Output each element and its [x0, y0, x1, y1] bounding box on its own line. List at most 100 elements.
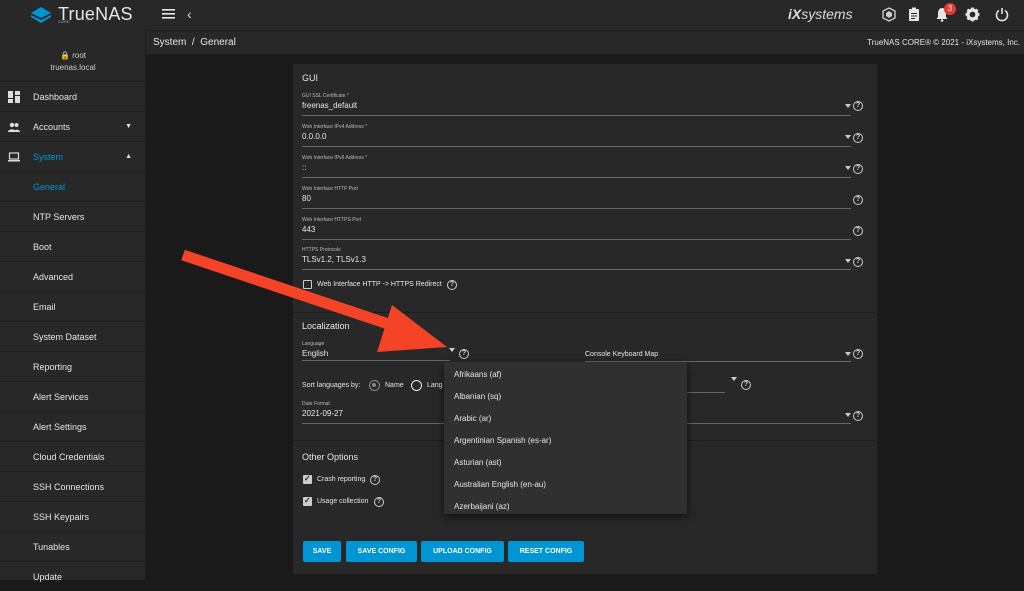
sidebar-item-dashboard[interactable]: Dashboard	[0, 81, 146, 111]
chevron-down-icon	[731, 377, 737, 381]
https-redirect-checkbox[interactable]	[303, 280, 312, 289]
language-option[interactable]: Australian English (en-au)	[454, 480, 546, 489]
help-icon[interactable]: ?	[853, 195, 863, 205]
crash-reporting-checkbox[interactable]	[303, 474, 312, 484]
chevron-down-icon	[845, 135, 851, 139]
sidebar-item-advanced[interactable]: Advanced	[0, 261, 146, 291]
sidebar-item-label: Alert Settings	[33, 421, 87, 432]
sidebar-item-ssh-keypairs[interactable]: SSH Keypairs	[0, 501, 146, 531]
https-protocols-select[interactable]: HTTPS Protocols TLSv1.2, TLSv1.3	[302, 247, 852, 270]
sidebar-item-system-dataset[interactable]: System Dataset	[0, 321, 146, 351]
sidebar-item-label: SSH Keypairs	[33, 511, 90, 522]
help-icon[interactable]: ?	[853, 349, 863, 359]
breadcrumb-system[interactable]: System	[153, 37, 186, 48]
user-info: 🔒 root truenas.local	[0, 50, 146, 74]
language-option[interactable]: Afrikaans (af)	[454, 370, 502, 379]
help-icon[interactable]: ?	[370, 475, 380, 485]
people-icon	[8, 122, 20, 132]
top-bar: TrueNAS CORE ‹ iXsystems 3	[0, 0, 1024, 30]
reset-config-button[interactable]: RESET CONFIG	[508, 541, 584, 562]
sort-by-language-radio[interactable]	[411, 380, 422, 391]
clipboard-icon[interactable]	[908, 7, 920, 22]
sort-by-name-label: Name	[385, 382, 404, 389]
sidebar-item-label: SSH Connections	[33, 481, 105, 492]
ipv4-address-select[interactable]: Web Interface IPv4 Address * 0.0.0.0	[302, 124, 852, 147]
collapse-chevron-icon[interactable]: ‹	[187, 6, 192, 22]
field-value: TLSv1.2, TLSv1.3	[302, 255, 366, 264]
other-options-section-title: Other Options	[302, 452, 359, 462]
usage-collection-label: Usage collection	[317, 498, 369, 505]
keyboard-map-select[interactable]: Console Keyboard Map	[585, 349, 853, 362]
language-select[interactable]: Language English	[302, 341, 462, 361]
field-value: English	[302, 349, 329, 358]
field-underline	[302, 115, 851, 116]
field-underline	[302, 360, 450, 361]
language-option[interactable]: Asturian (ast)	[454, 458, 502, 467]
help-icon[interactable]: ?	[741, 380, 751, 390]
field-value: 443	[302, 225, 316, 234]
sidebar-item-alert-services[interactable]: Alert Services	[0, 381, 146, 411]
help-icon[interactable]: ?	[459, 349, 469, 359]
truenas-logo[interactable]: TrueNAS	[30, 4, 133, 25]
section-divider	[293, 312, 877, 313]
breadcrumb: System / General	[153, 37, 236, 48]
sort-languages-label: Sort languages by:	[302, 382, 361, 389]
sidebar-item-label: Boot	[33, 241, 52, 252]
gear-icon[interactable]	[965, 7, 980, 22]
save-config-button[interactable]: SAVE CONFIG	[346, 541, 417, 562]
help-icon[interactable]: ?	[853, 257, 863, 267]
sidebar-item-label: Reporting	[33, 361, 73, 372]
language-option[interactable]: Azerbaijani (az)	[454, 502, 510, 511]
truecommand-icon[interactable]	[882, 7, 896, 22]
help-icon[interactable]: ?	[853, 101, 863, 111]
field-label: GUI SSL Certificate *	[302, 93, 349, 99]
http-port-input[interactable]: Web Interface HTTP Port 80	[302, 186, 852, 209]
upload-config-button[interactable]: UPLOAD CONFIG	[421, 541, 504, 562]
help-icon[interactable]: ?	[853, 133, 863, 143]
sidebar-item-update[interactable]: Update	[0, 561, 146, 591]
sidebar-item-system[interactable]: System ▲	[0, 141, 146, 171]
chevron-up-icon: ▲	[125, 153, 132, 160]
ssl-certificate-select[interactable]: GUI SSL Certificate * freenas_default	[302, 93, 852, 116]
help-icon[interactable]: ?	[853, 226, 863, 236]
ipv6-address-select[interactable]: Web Interface IPv6 Address * ::	[302, 155, 852, 178]
truenas-logo-icon	[31, 6, 51, 23]
copyright-text: TrueNAS CORE® © 2021 - iXsystems, Inc.	[867, 38, 1020, 47]
localization-section-title: Localization	[302, 321, 350, 331]
breadcrumb-separator: /	[191, 37, 195, 48]
sidebar-item-general[interactable]: General	[0, 171, 146, 201]
sidebar-item-label: Tunables	[33, 541, 70, 552]
sidebar-item-tunables[interactable]: Tunables	[0, 531, 146, 561]
sort-by-name-radio[interactable]	[369, 380, 380, 391]
language-option[interactable]: Albanian (sq)	[454, 392, 501, 401]
help-icon[interactable]: ?	[853, 164, 863, 174]
power-icon[interactable]	[995, 7, 1009, 22]
field-underline	[302, 177, 851, 178]
language-dropdown-menu: Afrikaans (af) Albanian (sq) Arabic (ar)…	[444, 362, 687, 514]
field-value: ::	[302, 163, 307, 172]
help-icon[interactable]: ?	[447, 280, 457, 290]
sidebar-item-email[interactable]: Email	[0, 291, 146, 321]
sidebar-item-accounts[interactable]: Accounts ▼	[0, 111, 146, 141]
gui-section-title: GUI	[302, 73, 319, 83]
field-underline	[302, 269, 851, 270]
ixsystems-logo[interactable]: iXsystems	[788, 6, 853, 22]
sidebar-item-ntp-servers[interactable]: NTP Servers	[0, 201, 146, 231]
sidebar-item-boot[interactable]: Boot	[0, 231, 146, 261]
field-label: Web Interface HTTP Port	[302, 186, 358, 192]
menu-icon[interactable]	[162, 8, 175, 19]
sidebar-item-label: NTP Servers	[33, 211, 85, 222]
https-port-input[interactable]: Web Interface HTTPS Port 443	[302, 217, 852, 240]
https-redirect-label: Web Interface HTTP -> HTTPS Redirect	[317, 281, 442, 288]
crash-reporting-label: Crash reporting	[317, 476, 366, 483]
language-option[interactable]: Argentinian Spanish (es-ar)	[454, 436, 551, 445]
sidebar-item-alert-settings[interactable]: Alert Settings	[0, 411, 146, 441]
sidebar-item-ssh-connections[interactable]: SSH Connections	[0, 471, 146, 501]
usage-collection-checkbox[interactable]	[303, 496, 312, 506]
sidebar-item-reporting[interactable]: Reporting	[0, 351, 146, 381]
sidebar-item-cloud-credentials[interactable]: Cloud Credentials	[0, 441, 146, 471]
language-option[interactable]: Arabic (ar)	[454, 414, 491, 423]
save-button[interactable]: SAVE	[303, 541, 341, 562]
help-icon[interactable]: ?	[374, 497, 384, 507]
help-icon[interactable]: ?	[853, 411, 863, 421]
